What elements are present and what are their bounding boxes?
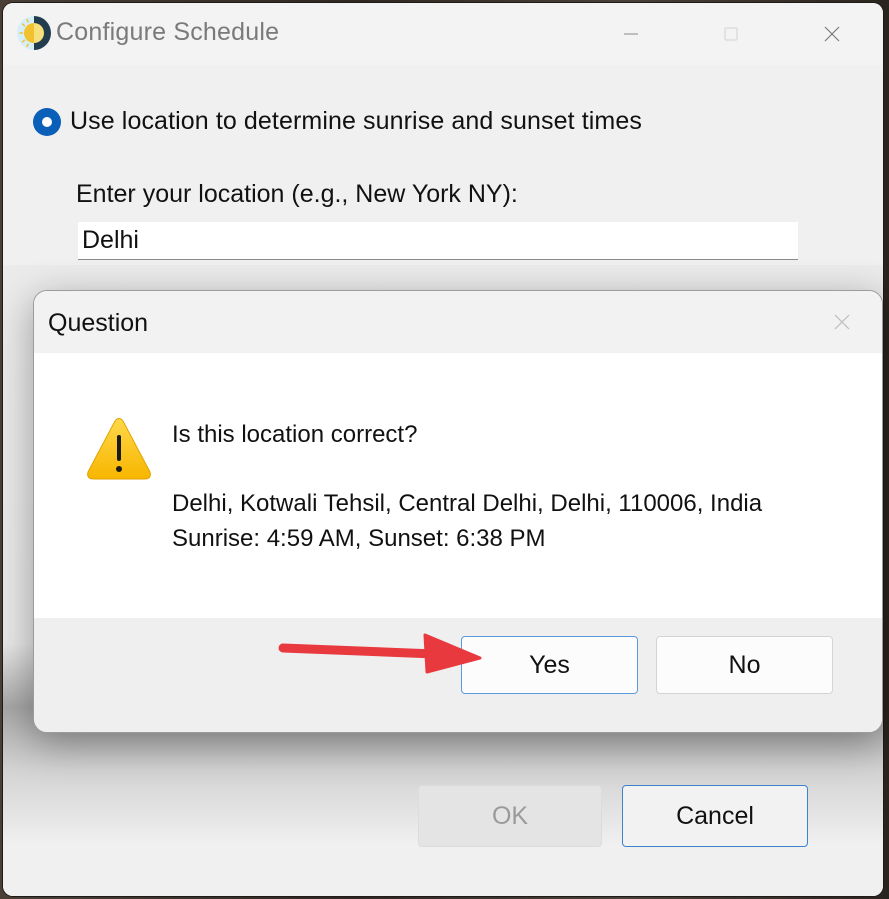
warning-icon xyxy=(87,418,151,480)
location-input[interactable] xyxy=(78,222,798,260)
ok-button[interactable]: OK xyxy=(418,785,602,847)
radio-button-selected[interactable] xyxy=(33,107,61,136)
window-title: Configure Schedule xyxy=(56,18,280,46)
dialog-title: Question xyxy=(48,309,149,337)
close-button[interactable] xyxy=(809,13,855,55)
minimize-button[interactable] xyxy=(608,13,654,55)
cancel-button[interactable]: Cancel xyxy=(622,785,808,847)
title-bar[interactable]: Configure Schedule xyxy=(3,3,883,65)
dialog-body: Is this location correct? Delhi, Kotwali… xyxy=(34,353,882,618)
sunrise-sunset-text: Sunrise: 4:59 AM, Sunset: 6:38 PM xyxy=(172,525,546,552)
location-label: Enter your location (e.g., New York NY): xyxy=(76,180,518,208)
sun-moon-icon xyxy=(17,16,51,50)
dialog-button-bar: Yes No xyxy=(34,618,882,732)
use-location-option[interactable]: Use location to determine sunrise and su… xyxy=(33,107,642,136)
minimize-icon xyxy=(624,33,638,35)
no-button[interactable]: No xyxy=(656,636,833,694)
close-icon xyxy=(824,26,840,42)
dialog-title-bar[interactable]: Question xyxy=(34,291,882,353)
maximize-button[interactable] xyxy=(708,13,754,55)
maximize-icon xyxy=(724,27,738,41)
yes-button[interactable]: Yes xyxy=(461,636,638,694)
close-icon xyxy=(834,314,850,330)
dialog-close-button[interactable] xyxy=(829,309,855,335)
question-text: Is this location correct? xyxy=(172,421,418,448)
use-location-label: Use location to determine sunrise and su… xyxy=(70,107,642,135)
question-dialog: Question Is this location correct? Delhi… xyxy=(33,290,883,733)
location-address-text: Delhi, Kotwali Tehsil, Central Delhi, De… xyxy=(172,490,763,517)
